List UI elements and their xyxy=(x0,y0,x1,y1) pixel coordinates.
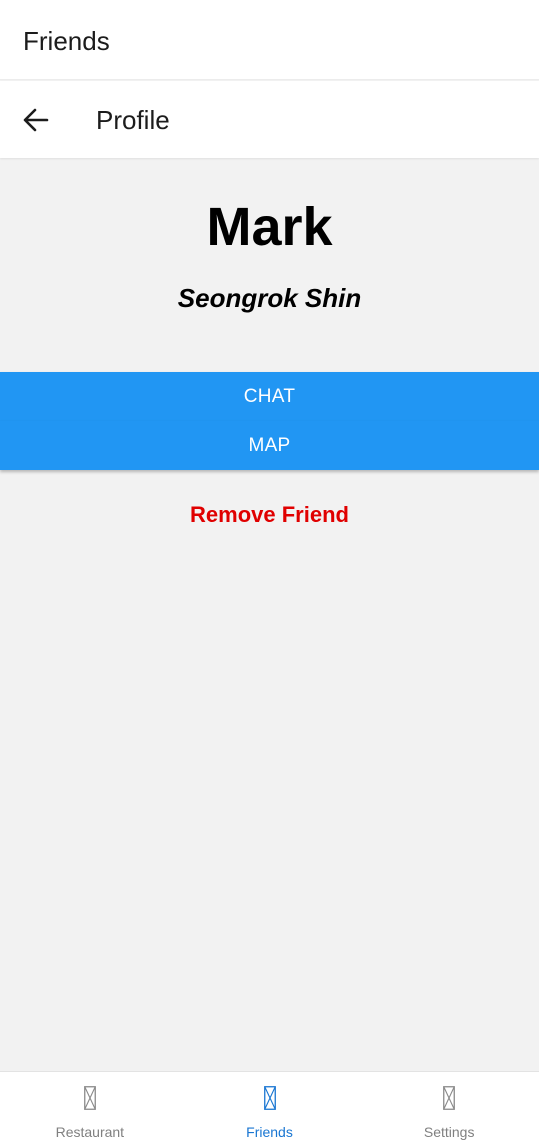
placeholder-icon xyxy=(443,1086,456,1110)
placeholder-icon xyxy=(83,1086,96,1110)
nav-tab-restaurant[interactable]: Restaurant xyxy=(0,1072,180,1140)
nav-tab-settings[interactable]: Settings xyxy=(359,1072,539,1140)
nav-tab-label: Friends xyxy=(246,1124,293,1140)
app-header: Friends xyxy=(0,0,539,80)
placeholder-icon xyxy=(263,1086,276,1110)
arrow-left-icon xyxy=(23,108,49,132)
friend-nickname: Mark xyxy=(206,197,333,257)
app-screen: Friends Profile Mark Seongrok Shin CHAT … xyxy=(0,0,539,1140)
friend-full-name: Seongrok Shin xyxy=(177,283,362,313)
nav-tab-label: Restaurant xyxy=(55,1124,125,1140)
chat-button[interactable]: CHAT xyxy=(0,372,539,421)
bottom-navigation: Restaurant Friends Settings xyxy=(0,1071,539,1140)
page-title: Profile xyxy=(96,105,170,135)
map-button[interactable]: MAP xyxy=(0,421,539,470)
nav-tab-friends[interactable]: Friends xyxy=(180,1072,360,1140)
profile-toolbar: Profile xyxy=(0,81,539,158)
nav-tab-label: Settings xyxy=(423,1124,475,1140)
back-button[interactable] xyxy=(14,97,60,143)
app-title: Friends xyxy=(23,26,110,56)
remove-friend-button[interactable]: Remove Friend xyxy=(0,500,539,530)
